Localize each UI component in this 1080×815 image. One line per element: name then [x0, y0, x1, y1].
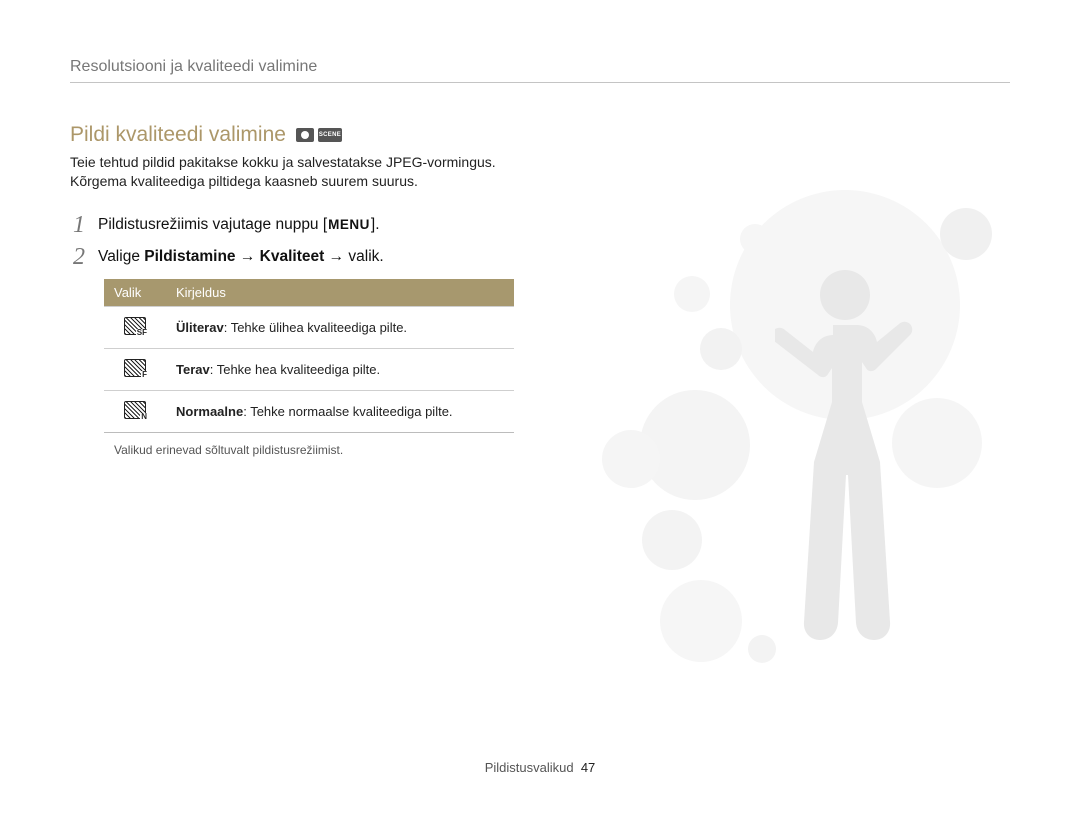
step-number: 1	[70, 213, 88, 237]
row-desc: Üliterav: Tehke ülihea kvaliteediga pilt…	[166, 306, 514, 348]
manual-page: Resolutsiooni ja kvaliteedi valimine Pil…	[0, 0, 1080, 815]
row-desc: Terav: Tehke hea kvaliteediga pilte.	[166, 348, 514, 390]
page-number: 47	[581, 760, 595, 775]
page-footer: Pildistusvalikud 47	[0, 760, 1080, 775]
table-row: Üliterav: Tehke ülihea kvaliteediga pilt…	[104, 306, 514, 348]
step-1-prefix: Pildistusrežiimis vajutage nuppu [	[98, 216, 327, 233]
section-header-row: Pildi kvaliteedi valimine SCENE	[70, 123, 1010, 147]
table-row: Normaalne: Tehke normaalse kvaliteediga …	[104, 390, 514, 432]
mode-icons: SCENE	[296, 128, 342, 142]
step-2: 2 Valige Pildistamine → Kvaliteet → vali…	[70, 247, 515, 269]
table-footnote: Valikud erinevad sõltuvalt pildistusreži…	[114, 443, 515, 457]
step-2-prefix: Valige	[98, 248, 144, 265]
table-row: Terav: Tehke hea kvaliteediga pilte.	[104, 348, 514, 390]
bubble-icon	[748, 635, 776, 663]
opt-name: Üliterav	[176, 320, 224, 335]
opt-desc: : Tehke ülihea kvaliteediga pilte.	[224, 320, 407, 335]
bubble-icon	[660, 580, 742, 662]
row-desc: Normaalne: Tehke normaalse kvaliteediga …	[166, 390, 514, 432]
opt-desc: : Tehke normaalse kvaliteediga pilte.	[243, 404, 452, 419]
quality-options-table: Valik Kirjeldus Üliterav: Tehke ülihea k…	[104, 279, 514, 433]
step-number: 2	[70, 245, 88, 269]
step-2-path: Pildistamine → Kvaliteet	[144, 248, 324, 265]
step-1: 1 Pildistusrežiimis vajutage nuppu [MENU…	[70, 215, 515, 237]
section-title: Pildi kvaliteedi valimine	[70, 123, 286, 147]
scene-mode-icon: SCENE	[318, 128, 342, 142]
table-header-valik: Valik	[104, 279, 166, 307]
opt-desc: : Tehke hea kvaliteediga pilte.	[210, 362, 380, 377]
table-header-kirjeldus: Kirjeldus	[166, 279, 514, 307]
quality-sf-icon	[124, 317, 146, 335]
opt-name: Terav	[176, 362, 210, 377]
content-column: Teie tehtud pildid pakitakse kokku ja sa…	[70, 153, 515, 457]
bubble-icon	[642, 510, 702, 570]
step-text: Pildistusrežiimis vajutage nuppu [MENU].	[98, 215, 380, 236]
opt-name: Normaalne	[176, 404, 243, 419]
quality-n-icon	[124, 401, 146, 419]
step-2-suffix: → valik.	[324, 248, 383, 265]
step-text: Valige Pildistamine → Kvaliteet → valik.	[98, 247, 384, 268]
breadcrumb: Resolutsiooni ja kvaliteedi valimine	[70, 58, 1010, 83]
menu-button-label: MENU	[327, 216, 371, 234]
footer-section: Pildistusvalikud	[485, 760, 574, 775]
intro-paragraph: Teie tehtud pildid pakitakse kokku ja sa…	[70, 153, 515, 191]
quality-f-icon	[124, 359, 146, 377]
step-1-suffix: ].	[371, 216, 380, 233]
camera-mode-icon	[296, 128, 314, 142]
